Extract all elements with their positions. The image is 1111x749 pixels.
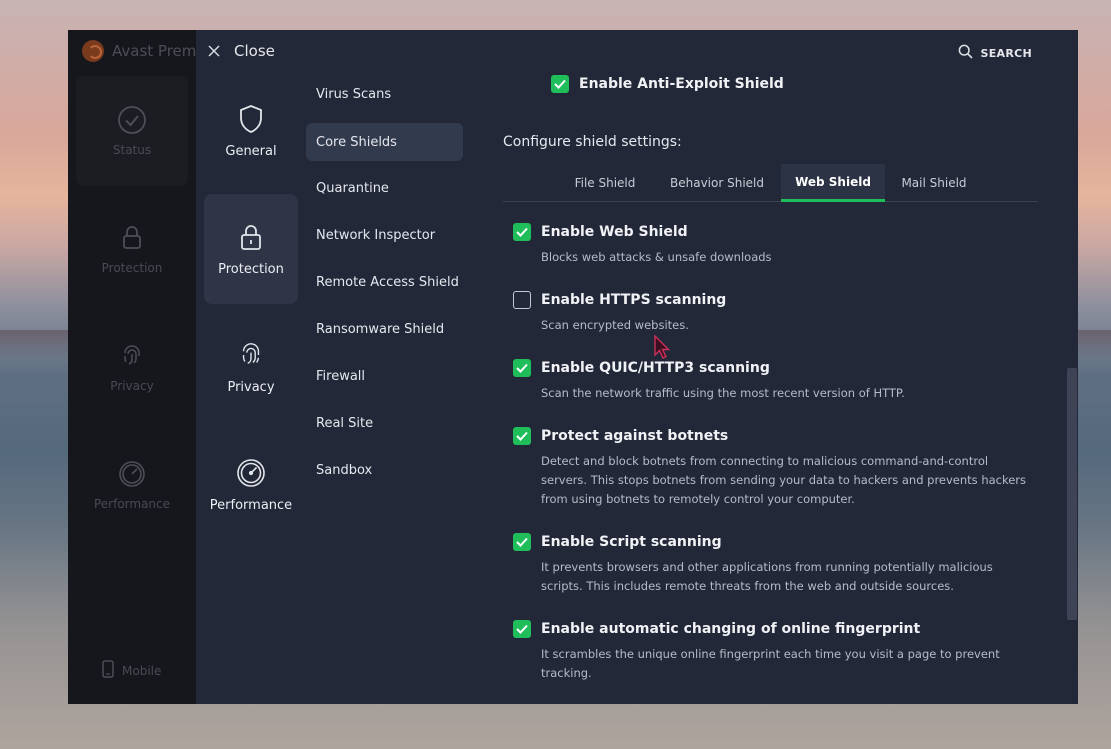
category-label: Privacy [227, 379, 275, 395]
background-nav-label: Protection [101, 261, 163, 275]
scrollbar-thumb[interactable] [1067, 368, 1077, 620]
fingerprint-checkbox[interactable] [513, 620, 531, 638]
option-description: It scrambles the unique online fingerpri… [541, 647, 1000, 680]
tab-web-shield[interactable]: Web Shield [781, 164, 885, 202]
check-circle-icon [117, 105, 147, 135]
subnav-core-shields[interactable]: Core Shields [306, 123, 463, 161]
checkmark-icon [516, 363, 528, 373]
background-nav-protection: Protection [76, 194, 188, 304]
settings-panel: Close SEARCH General Protection Privacy … [196, 30, 1078, 704]
background-app-name: Avast Premi [112, 42, 201, 60]
close-label: Close [234, 42, 275, 60]
background-mobile: Mobile [102, 660, 161, 681]
anti-exploit-label: Enable Anti-Exploit Shield [579, 76, 784, 92]
checkmark-icon [516, 227, 528, 237]
mobile-phone-icon [102, 660, 114, 681]
avast-logo-icon [82, 40, 104, 62]
subnav-remote-access-shield[interactable]: Remote Access Shield [306, 263, 463, 301]
avast-window: Avast Premi Status Protection Privacy Pe [68, 30, 1078, 704]
option-description: Blocks web attacks & unsafe downloads [541, 250, 772, 264]
category-label: Protection [218, 261, 284, 277]
option-botnets: Protect against botnets Detect and block… [513, 425, 1033, 509]
checkmark-icon [554, 79, 566, 89]
content-scrollbar[interactable] [1066, 30, 1078, 704]
web-shield-checkbox[interactable] [513, 223, 531, 241]
category-performance[interactable]: Performance [204, 430, 298, 540]
anti-exploit-checkbox[interactable] [551, 75, 569, 93]
close-button[interactable]: Close [208, 40, 275, 62]
subnav-sandbox[interactable]: Sandbox [306, 451, 463, 489]
background-nav-label: Performance [93, 497, 171, 511]
background-app-sidebar: Avast Premi Status Protection Privacy Pe [68, 30, 201, 704]
background-nav-label: Status [112, 143, 152, 157]
category-general[interactable]: General [204, 76, 298, 186]
option-label: Enable Script scanning [541, 534, 722, 550]
lock-icon [236, 222, 266, 252]
mouse-cursor-icon [654, 335, 670, 359]
botnets-checkbox[interactable] [513, 427, 531, 445]
https-scanning-checkbox[interactable] [513, 291, 531, 309]
subnav-ransomware-shield[interactable]: Ransomware Shield [306, 310, 463, 348]
tab-mail-shield[interactable]: Mail Shield [891, 164, 977, 202]
shield-settings-content: Enable Anti-Exploit Shield Configure shi… [503, 30, 1078, 704]
lock-icon [117, 223, 147, 253]
close-icon [208, 42, 220, 61]
background-nav-privacy: Privacy [76, 312, 188, 422]
category-privacy[interactable]: Privacy [204, 312, 298, 422]
option-fingerprint: Enable automatic changing of online fing… [513, 618, 1033, 683]
background-nav-label: Privacy [110, 379, 154, 393]
option-label: Protect against botnets [541, 428, 729, 444]
category-protection[interactable]: Protection [204, 194, 298, 304]
speedometer-icon [236, 458, 266, 488]
fingerprint-icon [236, 340, 266, 370]
option-script-scanning: Enable Script scanning It prevents brows… [513, 531, 1033, 596]
script-scanning-checkbox[interactable] [513, 533, 531, 551]
option-description: Detect and block botnets from connecting… [541, 454, 1027, 506]
checkmark-icon [516, 537, 528, 547]
option-quic-scanning: Enable QUIC/HTTP3 scanning Scan the netw… [513, 357, 1033, 403]
option-label: Enable Web Shield [541, 224, 688, 240]
speedometer-icon [117, 459, 147, 489]
subnav-virus-scans[interactable]: Virus Scans [306, 75, 463, 113]
config-title: Configure shield settings: [503, 134, 682, 150]
background-nav-performance: Performance [76, 430, 188, 540]
category-label: Performance [209, 497, 293, 513]
shield-tabs: File Shield Behavior Shield Web Shield M… [503, 164, 1038, 202]
fingerprint-icon [117, 341, 147, 371]
background-nav-status: Status [76, 76, 188, 186]
option-description: It prevents browsers and other applicati… [541, 560, 993, 593]
background-app-title: Avast Premi [82, 40, 201, 62]
option-https-scanning: Enable HTTPS scanning Scan encrypted web… [513, 289, 1033, 335]
option-description: Scan encrypted websites. [541, 318, 689, 332]
tab-behavior-shield[interactable]: Behavior Shield [655, 164, 779, 202]
option-label: Enable HTTPS scanning [541, 292, 727, 308]
subnav-firewall[interactable]: Firewall [306, 357, 463, 395]
option-description: Scan the network traffic using the most … [541, 386, 905, 400]
tab-file-shield[interactable]: File Shield [561, 164, 649, 202]
anti-exploit-option: Enable Anti-Exploit Shield [551, 75, 784, 93]
option-label: Enable QUIC/HTTP3 scanning [541, 360, 770, 376]
mobile-label: Mobile [122, 663, 162, 678]
checkmark-icon [516, 624, 528, 634]
checkmark-icon [516, 431, 528, 441]
subnav-network-inspector[interactable]: Network Inspector [306, 216, 463, 254]
option-web-shield: Enable Web Shield Blocks web attacks & u… [513, 221, 1033, 267]
subnav-real-site[interactable]: Real Site [306, 404, 463, 442]
option-label: Enable automatic changing of online fing… [541, 621, 921, 637]
shield-icon [236, 104, 266, 134]
category-label: General [225, 143, 277, 159]
subnav-quarantine[interactable]: Quarantine [306, 169, 463, 207]
quic-scanning-checkbox[interactable] [513, 359, 531, 377]
